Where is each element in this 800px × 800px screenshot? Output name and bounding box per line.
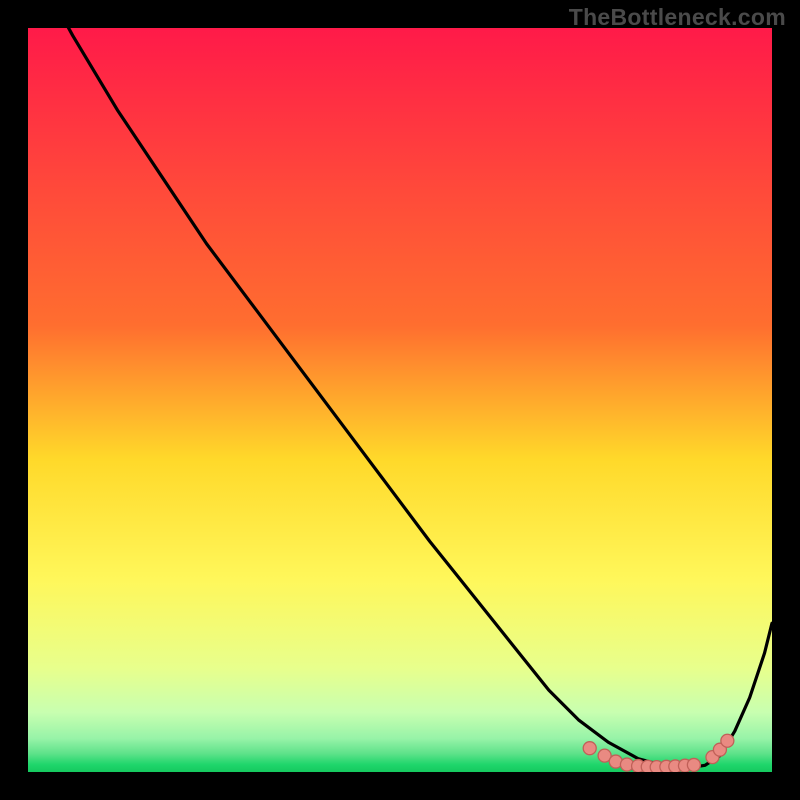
sweet-spot-dot — [583, 742, 596, 755]
chart-frame: TheBottleneck.com — [0, 0, 800, 800]
watermark-text: TheBottleneck.com — [569, 4, 786, 31]
sweet-spot-dot — [721, 734, 734, 747]
sweet-spot-dot — [687, 758, 700, 771]
plot-svg — [28, 28, 772, 772]
plot-area — [28, 28, 772, 772]
gradient-background — [28, 28, 772, 772]
